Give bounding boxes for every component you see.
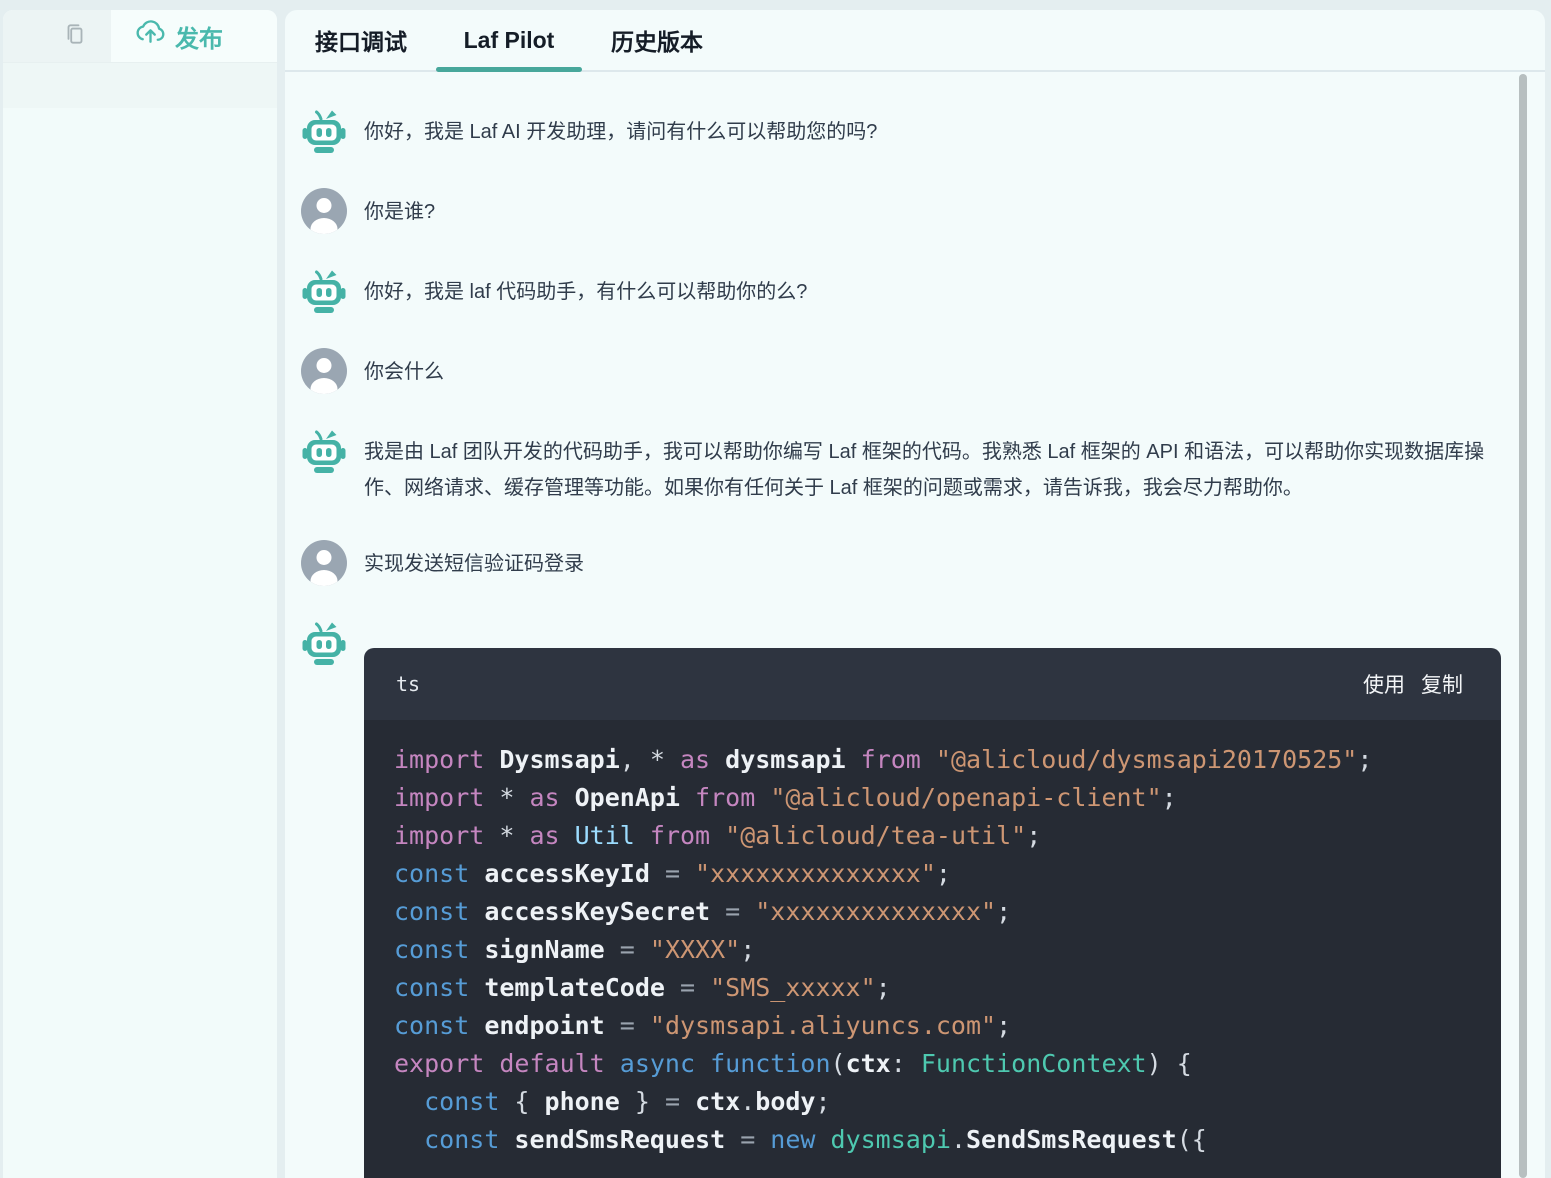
code-line: const signName = "XXXX"; bbox=[394, 931, 1471, 969]
code-block: ts 使用 复制 import Dysmsapi, * as dysmsapi … bbox=[364, 648, 1501, 1178]
laf-app-window: 发布 接口调试 Laf Pilot 历史版本 你好，我是 Laf AI 开发助理… bbox=[0, 0, 1551, 1178]
sidebar-subheader bbox=[3, 62, 277, 108]
chat-message-user: 实现发送短信验证码登录 bbox=[301, 540, 1545, 586]
chat-message-user: 你是谁? bbox=[301, 188, 1545, 234]
message-text: 你会什么 bbox=[364, 348, 444, 394]
chat-message-bot: 你好，我是 Laf AI 开发助理，请问有什么可以帮助您的吗? bbox=[301, 108, 1545, 154]
panel-tabbar: 接口调试 Laf Pilot 历史版本 bbox=[285, 10, 1545, 72]
bot-avatar-icon bbox=[301, 620, 347, 666]
use-code-button[interactable]: 使用 bbox=[1363, 669, 1405, 699]
publish-button[interactable]: 发布 bbox=[135, 17, 223, 55]
user-avatar-icon bbox=[301, 348, 347, 394]
code-line: const sendSmsRequest = new dysmsapi.Send… bbox=[394, 1121, 1471, 1159]
bot-avatar-icon bbox=[301, 108, 347, 154]
message-text: 实现发送短信验证码登录 bbox=[364, 540, 584, 586]
chat-message-bot: 你好，我是 laf 代码助手，有什么可以帮助你的么? bbox=[301, 268, 1545, 314]
chat-message-user: 你会什么 bbox=[301, 348, 1545, 394]
message-text: 我是由 Laf 团队开发的代码助手，我可以帮助你编写 Laf 框架的代码。我熟悉… bbox=[364, 428, 1506, 506]
user-avatar-icon bbox=[301, 540, 347, 586]
code-line: import Dysmsapi, * as dysmsapi from "@al… bbox=[394, 741, 1471, 779]
chat-scrollbar[interactable] bbox=[1519, 74, 1527, 1178]
user-avatar-icon bbox=[301, 188, 347, 234]
bot-avatar-icon bbox=[301, 428, 347, 474]
message-text: 你是谁? bbox=[364, 188, 435, 234]
code-line: const accessKeySecret = "xxxxxxxxxxxxxx"… bbox=[394, 893, 1471, 931]
copy-code-button[interactable]: 复制 bbox=[1421, 669, 1463, 699]
cloud-upload-icon bbox=[135, 17, 166, 55]
chat-message-list: 你好，我是 Laf AI 开发助理，请问有什么可以帮助您的吗? 你是谁? 你好，我是… bbox=[301, 108, 1545, 586]
code-actions: 使用 复制 bbox=[1363, 669, 1463, 699]
tab-laf-pilot[interactable]: Laf Pilot bbox=[435, 10, 583, 70]
message-text: 你好，我是 Laf AI 开发助理，请问有什么可以帮助您的吗? bbox=[364, 108, 877, 154]
copy-segment bbox=[3, 10, 111, 62]
editor-panel: 接口调试 Laf Pilot 历史版本 你好，我是 Laf AI 开发助理，请问… bbox=[285, 10, 1545, 1178]
code-line: const endpoint = "dysmsapi.aliyuncs.com"… bbox=[394, 1007, 1471, 1045]
code-line: export default async function(ctx: Funct… bbox=[394, 1045, 1471, 1083]
code-line: const accessKeyId = "xxxxxxxxxxxxxx"; bbox=[394, 855, 1471, 893]
code-line: const { phone } = ctx.body; bbox=[394, 1083, 1471, 1121]
code-body: import Dysmsapi, * as dysmsapi from "@al… bbox=[364, 720, 1501, 1178]
code-line: const templateCode = "SMS_xxxxx"; bbox=[394, 969, 1471, 1007]
chat-message-bot: 我是由 Laf 团队开发的代码助手，我可以帮助你编写 Laf 框架的代码。我熟悉… bbox=[301, 428, 1545, 506]
tab-interface-debug[interactable]: 接口调试 bbox=[287, 10, 435, 70]
bot-avatar-icon bbox=[301, 268, 347, 314]
sidebar-header: 发布 bbox=[3, 10, 277, 62]
function-sidebar-panel: 发布 bbox=[3, 10, 277, 1178]
chat-area: 你好，我是 Laf AI 开发助理，请问有什么可以帮助您的吗? 你是谁? 你好，我是… bbox=[285, 72, 1545, 1178]
publish-label: 发布 bbox=[175, 19, 223, 54]
message-text: 你好，我是 laf 代码助手，有什么可以帮助你的么? bbox=[364, 268, 807, 314]
code-language-label: ts bbox=[396, 672, 420, 696]
code-line: import * as OpenApi from "@alicloud/open… bbox=[394, 779, 1471, 817]
tab-history-versions[interactable]: 历史版本 bbox=[583, 10, 731, 70]
chat-message-bot-code: ts 使用 复制 import Dysmsapi, * as dysmsapi … bbox=[301, 620, 1545, 1178]
code-block-header: ts 使用 复制 bbox=[364, 648, 1501, 720]
code-line: import * as Util from "@alicloud/tea-uti… bbox=[394, 817, 1471, 855]
copy-icon[interactable] bbox=[62, 21, 88, 52]
